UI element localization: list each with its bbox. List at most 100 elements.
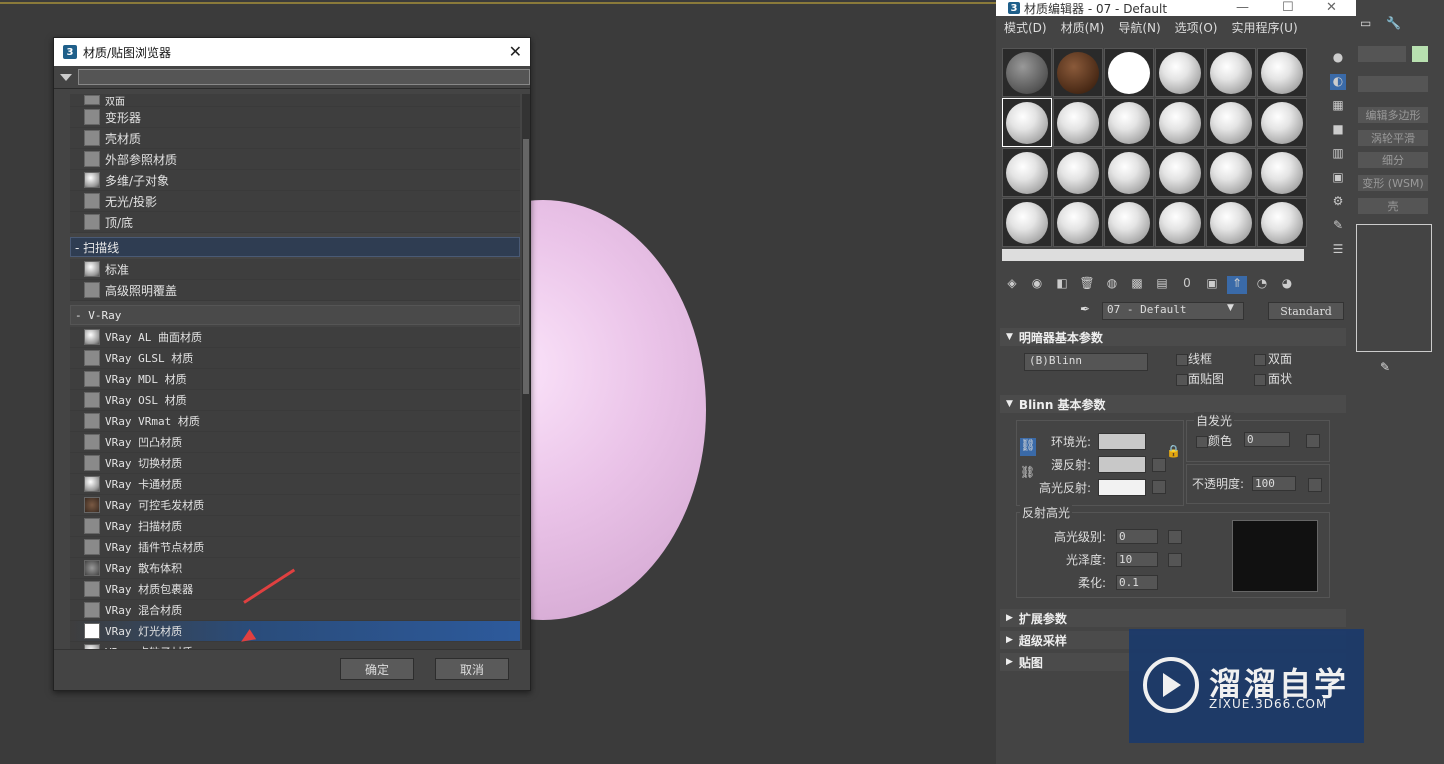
- sample-slot[interactable]: [1104, 48, 1154, 97]
- sample-slot[interactable]: [1104, 98, 1154, 147]
- modifier-stack[interactable]: [1356, 224, 1432, 352]
- list-item[interactable]: 双面: [70, 94, 520, 108]
- sample-slot[interactable]: [1206, 48, 1256, 97]
- sample-slot[interactable]: [1206, 198, 1256, 247]
- self-illum-color-checkbox[interactable]: [1196, 436, 1208, 448]
- list-item[interactable]: 顶/底: [70, 212, 520, 233]
- uv-tiling-icon[interactable]: ■: [1330, 122, 1346, 138]
- sample-slot[interactable]: [1155, 198, 1205, 247]
- sample-slot[interactable]: [1257, 98, 1307, 147]
- minimize-icon[interactable]: —: [1236, 0, 1249, 15]
- faceted-checkbox[interactable]: [1254, 374, 1266, 386]
- material-id-icon[interactable]: 0: [1177, 276, 1197, 294]
- ok-button[interactable]: 确定: [340, 658, 414, 680]
- list-scrollbar[interactable]: [522, 94, 530, 649]
- modifier-turbosmooth[interactable]: 涡轮平滑: [1358, 130, 1428, 146]
- list-item[interactable]: VRay 可控毛发材质: [70, 495, 520, 516]
- sample-slot[interactable]: [1257, 148, 1307, 197]
- menu-utilities[interactable]: 实用程序(U): [1231, 19, 1297, 36]
- modifier-edit-poly[interactable]: 编辑多边形: [1358, 107, 1428, 123]
- put-to-scene-icon[interactable]: ◉: [1027, 276, 1047, 294]
- specular-swatch[interactable]: [1098, 479, 1146, 496]
- opacity-map-button[interactable]: [1308, 478, 1322, 492]
- rollout-extended[interactable]: ▶ 扩展参数: [1000, 609, 1346, 627]
- select-by-material-icon[interactable]: ✎: [1330, 218, 1346, 234]
- sample-type-icon[interactable]: ●: [1330, 50, 1346, 66]
- sample-slot[interactable]: [1206, 98, 1256, 147]
- object-color-swatch[interactable]: [1412, 46, 1428, 62]
- menu-navigation[interactable]: 导航(N): [1118, 19, 1160, 36]
- put-to-library-icon[interactable]: ▤: [1152, 276, 1172, 294]
- sample-slot[interactable]: [1002, 98, 1052, 147]
- sample-slot[interactable]: [1155, 148, 1205, 197]
- search-input[interactable]: [78, 69, 530, 85]
- specular-map-button[interactable]: [1152, 480, 1166, 494]
- shader-dropdown[interactable]: (B)Blinn: [1024, 353, 1148, 371]
- rollout-blinn-basic[interactable]: ▼ Blinn 基本参数: [1000, 395, 1346, 413]
- delete-icon[interactable]: 🗑: [1077, 276, 1097, 294]
- soften-spinner[interactable]: 0.1: [1116, 575, 1158, 590]
- material-type-button[interactable]: Standard: [1268, 302, 1344, 320]
- lock-ambient-diffuse-icon[interactable]: ⛓: [1020, 438, 1036, 456]
- get-material-icon[interactable]: ◈: [1002, 276, 1022, 294]
- sample-slot[interactable]: [1257, 198, 1307, 247]
- sample-slot[interactable]: [1002, 148, 1052, 197]
- lock-icon[interactable]: 🔒: [1166, 444, 1181, 458]
- sample-slot[interactable]: [1002, 48, 1052, 97]
- sample-slot[interactable]: [1257, 48, 1307, 97]
- show-in-viewport-icon[interactable]: ▣: [1202, 276, 1222, 294]
- sample-slot[interactable]: [1053, 148, 1103, 197]
- list-item[interactable]: VRay 卡通材质: [70, 474, 520, 495]
- glossiness-spinner[interactable]: 10: [1116, 552, 1158, 567]
- list-item[interactable]: VRay GLSL 材质: [70, 348, 520, 369]
- chevron-down-icon[interactable]: ▼: [1227, 303, 1234, 313]
- list-item[interactable]: 高级照明覆盖: [70, 280, 520, 301]
- modifier-subdivide[interactable]: 细分: [1358, 152, 1428, 168]
- spec-level-spinner[interactable]: 0: [1116, 529, 1158, 544]
- go-to-parent-icon[interactable]: ◔: [1252, 276, 1272, 294]
- menu-material[interactable]: 材质(M): [1061, 19, 1105, 36]
- sample-slot[interactable]: [1155, 48, 1205, 97]
- wire-checkbox[interactable]: [1176, 354, 1188, 366]
- diffuse-map-button[interactable]: [1152, 458, 1166, 472]
- sample-slot[interactable]: [1206, 148, 1256, 197]
- list-item[interactable]: 无光/投影: [70, 191, 520, 212]
- list-item[interactable]: VRay 点粒子材质: [70, 642, 520, 649]
- menu-options[interactable]: 选项(O): [1175, 19, 1218, 36]
- slots-hscrollbar[interactable]: [1002, 249, 1304, 261]
- object-name-field[interactable]: [1358, 46, 1406, 62]
- list-item[interactable]: VRay 插件节点材质: [70, 537, 520, 558]
- show-end-result-icon[interactable]: ⇑: [1227, 276, 1247, 294]
- group-header-vray[interactable]: - V-Ray: [70, 305, 520, 325]
- list-item[interactable]: 外部参照材质: [70, 149, 520, 170]
- modifier-wsm[interactable]: 变形 (WSM): [1358, 175, 1428, 191]
- monitor-icon[interactable]: ▭: [1360, 16, 1371, 30]
- maximize-icon[interactable]: ☐: [1282, 0, 1294, 15]
- list-item[interactable]: VRay 散布体积: [70, 558, 520, 579]
- list-item[interactable]: VRay 材质包裹器: [70, 579, 520, 600]
- ambient-swatch[interactable]: [1098, 433, 1146, 450]
- list-item[interactable]: 多维/子对象: [70, 170, 520, 191]
- material-name-field[interactable]: 07 - Default: [1102, 302, 1244, 320]
- sample-slot[interactable]: [1104, 198, 1154, 247]
- spec-level-map-button[interactable]: [1168, 530, 1182, 544]
- sample-slot[interactable]: [1053, 198, 1103, 247]
- face-map-checkbox[interactable]: [1176, 374, 1188, 386]
- self-illum-spinner[interactable]: 0: [1244, 432, 1290, 447]
- close-icon[interactable]: ✕: [509, 42, 522, 61]
- options-icon[interactable]: ⚙: [1330, 194, 1346, 210]
- close-icon[interactable]: ✕: [1326, 0, 1337, 15]
- wrench-icon[interactable]: 🔧: [1386, 16, 1401, 30]
- eyedropper-icon[interactable]: ✒: [1080, 302, 1090, 316]
- list-item[interactable]: VRay 凹凸材质: [70, 432, 520, 453]
- video-color-check-icon[interactable]: ▥: [1330, 146, 1346, 162]
- diffuse-swatch[interactable]: [1098, 456, 1146, 473]
- list-item[interactable]: 变形器: [70, 107, 520, 128]
- link-icon[interactable]: ⛓: [1020, 465, 1035, 479]
- sample-slot[interactable]: [1053, 48, 1103, 97]
- list-item[interactable]: VRay 灯光材质: [70, 621, 520, 642]
- group-header-scanline[interactable]: - 扫描线: [70, 237, 520, 257]
- list-item[interactable]: VRay AL 曲面材质: [70, 327, 520, 348]
- menu-mode[interactable]: 模式(D): [1004, 19, 1047, 36]
- list-item[interactable]: VRay OSL 材质: [70, 390, 520, 411]
